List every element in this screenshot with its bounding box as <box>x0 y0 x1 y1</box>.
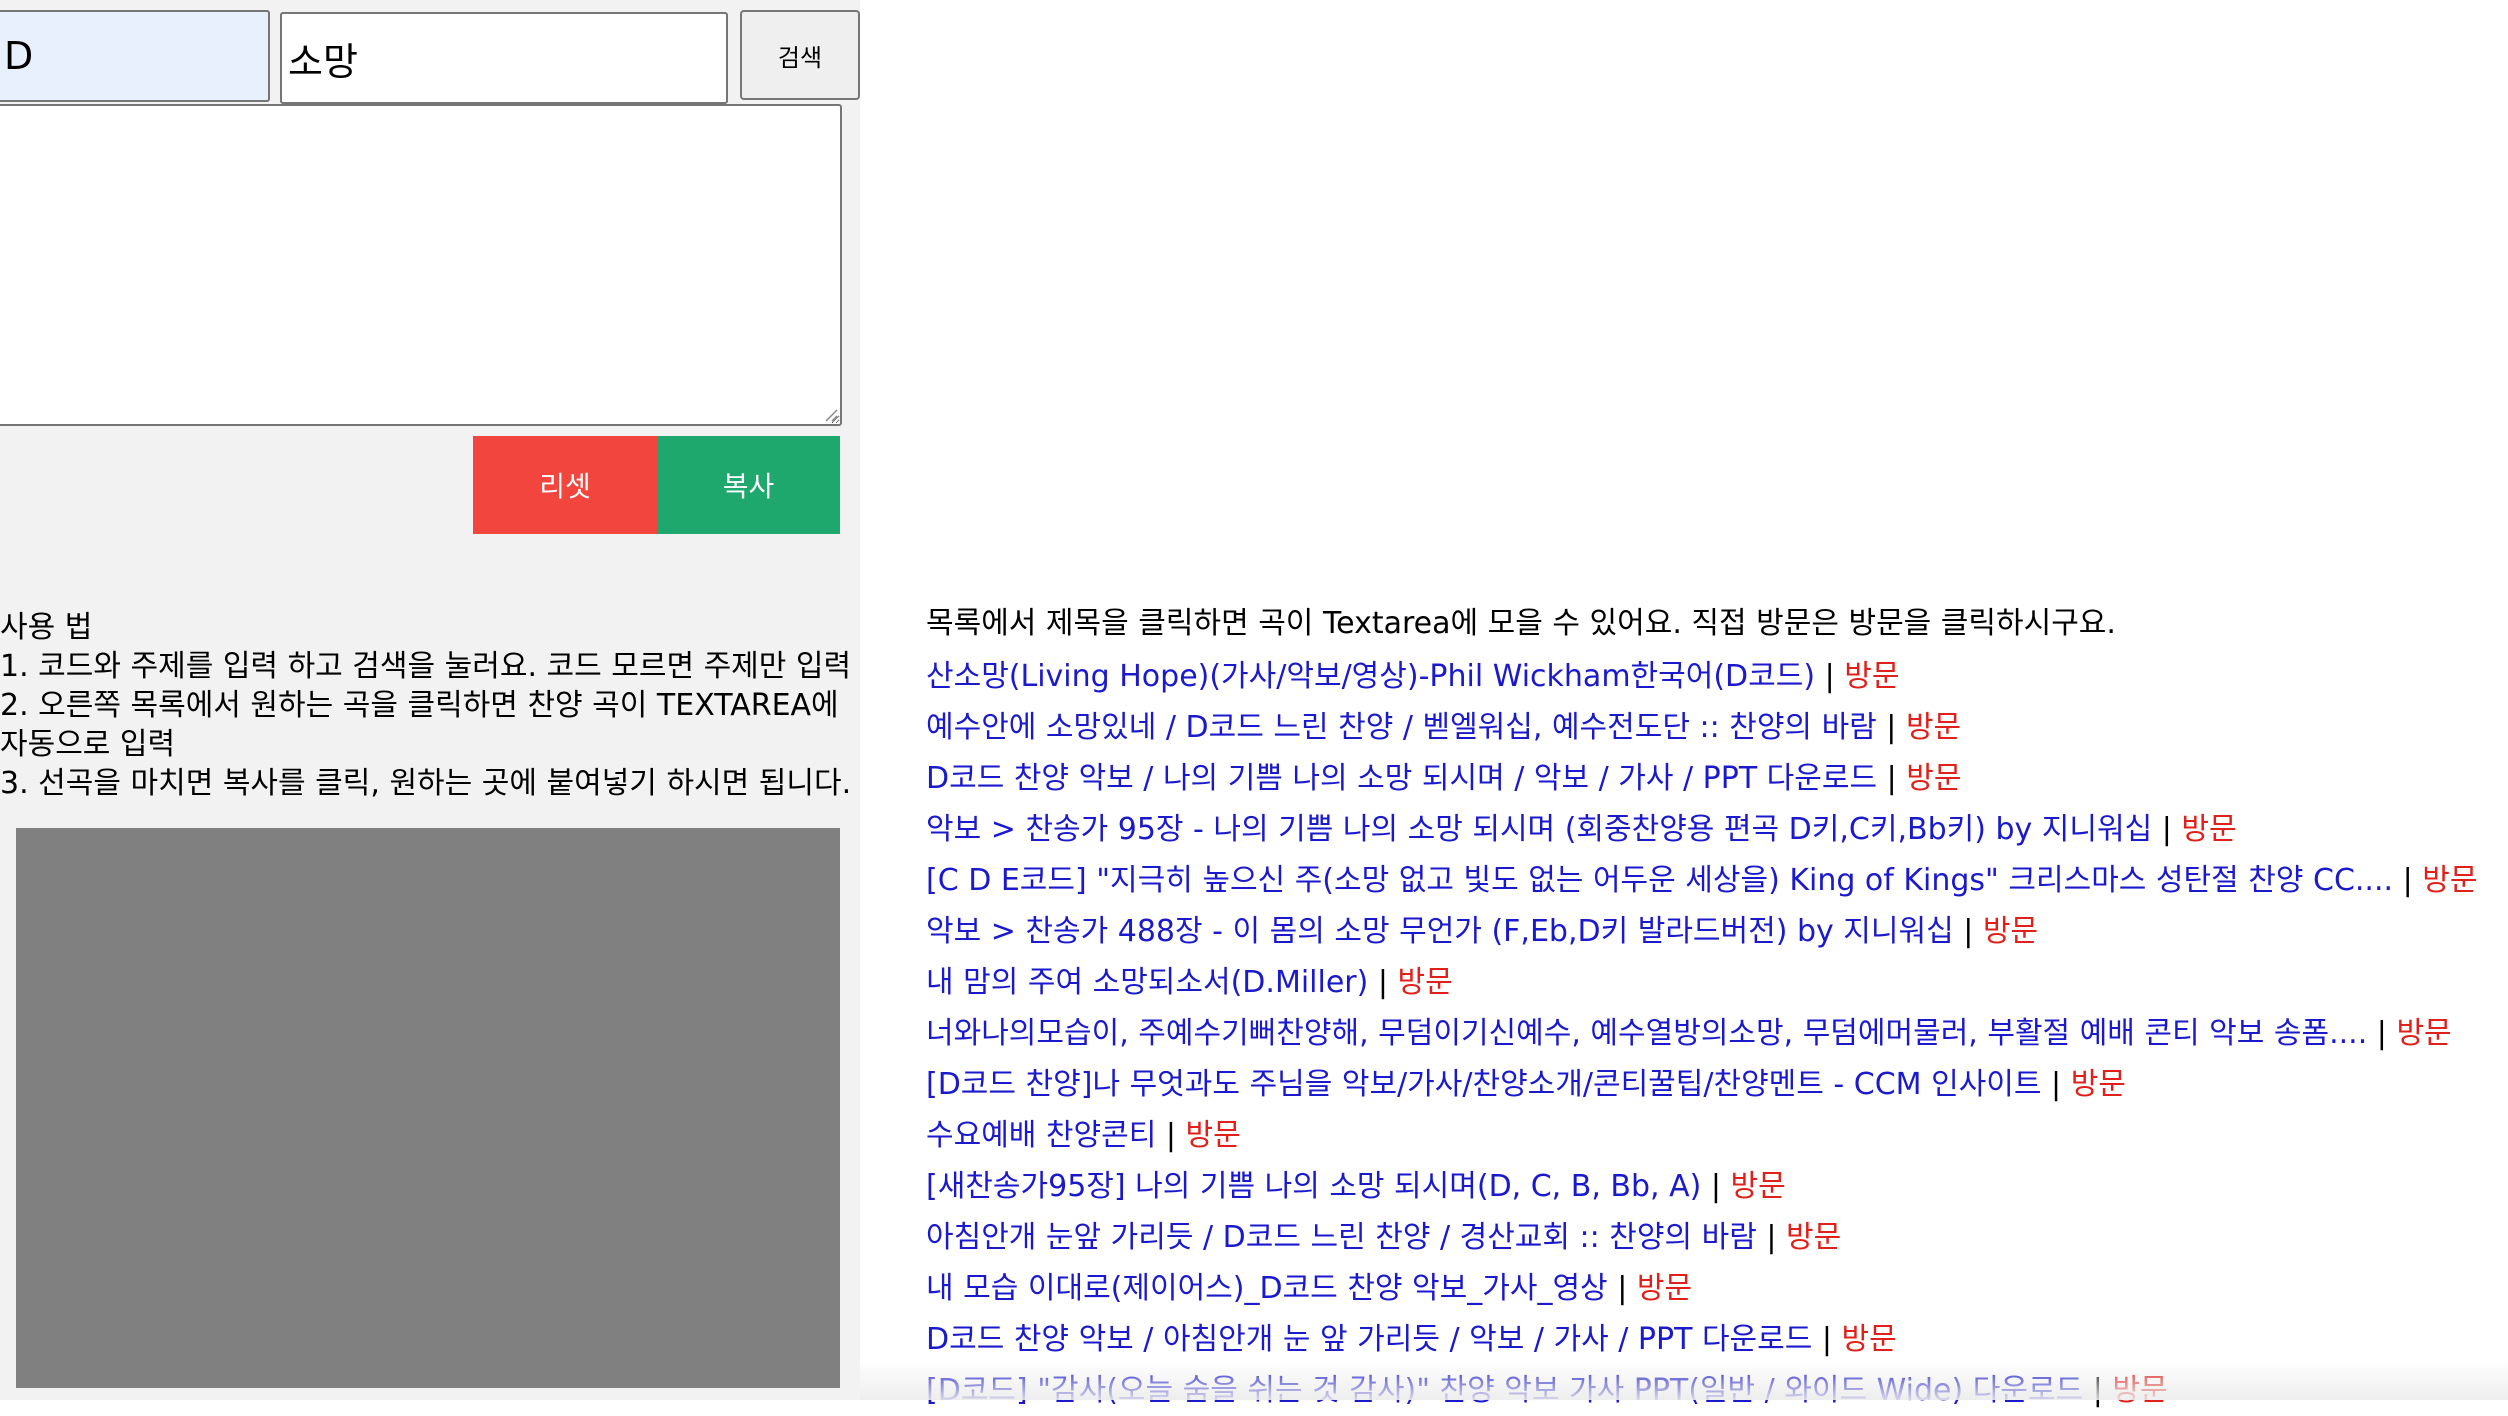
result-item: D코드 찬양 악보 / 아침안개 눈 앞 가리듯 / 악보 / 가사 / PPT… <box>926 1314 2496 1365</box>
result-separator: | <box>1156 1118 1186 1153</box>
result-title-link[interactable]: 산소망(Living Hope)(가사/악보/영상)-Phil Wickham한… <box>926 659 1815 694</box>
result-separator: | <box>1607 1271 1637 1306</box>
visit-link[interactable]: 방문 <box>1731 1169 1786 1204</box>
result-title-link[interactable]: [C D E코드] "지극히 높으신 주(소망 없고 빛도 없는 어두운 세상을… <box>926 863 2393 898</box>
result-title-link[interactable]: [D코드] "감사(오늘 숨을 쉬는 것 감사)" 찬양 악보 가사 PPT(일… <box>926 1373 2083 1408</box>
visit-link[interactable]: 방문 <box>1637 1271 1692 1306</box>
usage-step: 1. 코드와 주제를 입력 하고 검색을 눌러요. 코드 모르면 주제만 입력 <box>0 649 852 684</box>
result-item: [C D E코드] "지극히 높으신 주(소망 없고 빛도 없는 어두운 세상을… <box>926 855 2496 906</box>
result-item: [D코드] "감사(오늘 숨을 쉬는 것 감사)" 찬양 악보 가사 PPT(일… <box>926 1365 2496 1416</box>
visit-link[interactable]: 방문 <box>1906 710 1961 745</box>
song-textarea[interactable] <box>0 104 842 426</box>
result-item: 아침안개 눈앞 가리듯 / D코드 느린 찬양 / 경산교회 :: 찬양의 바람… <box>926 1212 2496 1263</box>
topic-input[interactable] <box>280 12 728 104</box>
result-item: D코드 찬양 악보 / 나의 기쁨 나의 소망 되시며 / 악보 / 가사 / … <box>926 753 2496 804</box>
reset-button[interactable]: 리셋 <box>473 436 657 534</box>
visit-link[interactable]: 방문 <box>2071 1067 2126 1102</box>
result-item: 산소망(Living Hope)(가사/악보/영상)-Phil Wickham한… <box>926 651 2496 702</box>
result-separator: | <box>1877 761 1907 796</box>
result-separator: | <box>1701 1169 1731 1204</box>
result-title-link[interactable]: D코드 찬양 악보 / 아침안개 눈 앞 가리듯 / 악보 / 가사 / PPT… <box>926 1322 1812 1357</box>
visit-link[interactable]: 방문 <box>2396 1016 2451 1051</box>
result-title-link[interactable]: D코드 찬양 악보 / 나의 기쁨 나의 소망 되시며 / 악보 / 가사 / … <box>926 761 1877 796</box>
visit-link[interactable]: 방문 <box>1983 914 2038 949</box>
result-separator: | <box>1368 965 1398 1000</box>
visit-link[interactable]: 방문 <box>2181 812 2236 847</box>
visit-link[interactable]: 방문 <box>1398 965 1453 1000</box>
visit-link[interactable]: 방문 <box>1906 761 1961 796</box>
result-item: [새찬송가95장] 나의 기쁨 나의 소망 되시며(D, C, B, Bb, A… <box>926 1161 2496 1212</box>
result-separator: | <box>2367 1016 2397 1051</box>
usage-title: 사용 법 <box>0 610 93 645</box>
result-separator: | <box>2152 812 2182 847</box>
result-item: 내 맘의 주여 소망되소서(D.Miller) | 방문 <box>926 957 2496 1008</box>
results-intro: 목록에서 제목을 클릭하면 곡이 Textarea에 모을 수 있어요. 직접 … <box>926 606 2116 641</box>
result-list: 산소망(Living Hope)(가사/악보/영상)-Phil Wickham한… <box>926 651 2496 1416</box>
result-separator: | <box>1756 1220 1787 1255</box>
control-panel: 검색 리셋 복사 사용 법 1. 코드와 주제를 입력 하고 검색을 눌러요. … <box>0 0 860 1400</box>
result-title-link[interactable]: 너와나의모습이, 주예수기뻐찬양해, 무덤이기신예수, 예수열방의소망, 무덤에… <box>926 1016 2367 1051</box>
visit-link[interactable]: 방문 <box>1786 1220 1841 1255</box>
visit-link[interactable]: 방문 <box>1186 1118 1241 1153</box>
results-panel: 목록에서 제목을 클릭하면 곡이 Textarea에 모을 수 있어요. 직접 … <box>926 600 2496 1416</box>
result-title-link[interactable]: 악보 > 찬송가 95장 - 나의 기쁨 나의 소망 되시며 (회중찬양용 편곡… <box>926 812 2152 847</box>
result-separator: | <box>1876 710 1906 745</box>
result-item: 내 모습 이대로(제이어스)_D코드 찬양 악보_가사_영상 | 방문 <box>926 1263 2496 1314</box>
result-title-link[interactable]: [D코드 찬양]나 무엇과도 주님을 악보/가사/찬양소개/콘티꿀팁/찬양멘트 … <box>926 1067 2042 1102</box>
result-title-link[interactable]: 예수안에 소망있네 / D코드 느린 찬양 / 벧엘워십, 예수전도단 :: 찬… <box>926 710 1877 745</box>
usage-instructions: 사용 법 1. 코드와 주제를 입력 하고 검색을 눌러요. 코드 모르면 주제… <box>0 608 860 803</box>
result-item: 악보 > 찬송가 95장 - 나의 기쁨 나의 소망 되시며 (회중찬양용 편곡… <box>926 804 2496 855</box>
search-button[interactable]: 검색 <box>740 10 860 100</box>
result-item: 수요예배 찬양콘티 | 방문 <box>926 1110 2496 1161</box>
result-separator: | <box>1953 914 1983 949</box>
visit-link[interactable]: 방문 <box>2422 863 2477 898</box>
usage-step: 2. 오른쪽 목록에서 원하는 곡을 클릭하면 찬양 곡이 TEXTAREA에 … <box>0 688 839 762</box>
usage-step: 3. 선곡을 마치면 복사를 클릭, 원하는 곳에 붙여넣기 하시면 됩니다. <box>0 766 852 801</box>
visit-link[interactable]: 방문 <box>1844 659 1899 694</box>
result-separator: | <box>1812 1322 1842 1357</box>
result-separator: | <box>2041 1067 2071 1102</box>
result-title-link[interactable]: 악보 > 찬송가 488장 - 이 몸의 소망 무언가 (F,Eb,D키 발라드… <box>926 914 1954 949</box>
resize-grip-icon[interactable] <box>824 408 838 422</box>
code-input[interactable] <box>0 10 270 102</box>
result-separator: | <box>2393 863 2423 898</box>
result-item: 너와나의모습이, 주예수기뻐찬양해, 무덤이기신예수, 예수열방의소망, 무덤에… <box>926 1008 2496 1059</box>
video-placeholder <box>16 828 840 1388</box>
copy-button[interactable]: 복사 <box>657 436 840 534</box>
result-title-link[interactable]: 내 맘의 주여 소망되소서(D.Miller) <box>926 965 1368 1000</box>
result-separator: | <box>2083 1373 2113 1408</box>
visit-link[interactable]: 방문 <box>1842 1322 1897 1357</box>
result-item: [D코드 찬양]나 무엇과도 주님을 악보/가사/찬양소개/콘티꿀팁/찬양멘트 … <box>926 1059 2496 1110</box>
result-title-link[interactable]: [새찬송가95장] 나의 기쁨 나의 소망 되시며(D, C, B, Bb, A… <box>926 1169 1701 1204</box>
result-separator: | <box>1815 659 1845 694</box>
result-title-link[interactable]: 아침안개 눈앞 가리듯 / D코드 느린 찬양 / 경산교회 :: 찬양의 바람 <box>926 1220 1757 1255</box>
result-item: 예수안에 소망있네 / D코드 느린 찬양 / 벧엘워십, 예수전도단 :: 찬… <box>926 702 2496 753</box>
result-title-link[interactable]: 내 모습 이대로(제이어스)_D코드 찬양 악보_가사_영상 <box>926 1271 1608 1306</box>
visit-link[interactable]: 방문 <box>2112 1373 2167 1408</box>
result-title-link[interactable]: 수요예배 찬양콘티 <box>926 1118 1156 1153</box>
result-item: 악보 > 찬송가 488장 - 이 몸의 소망 무언가 (F,Eb,D키 발라드… <box>926 906 2496 957</box>
